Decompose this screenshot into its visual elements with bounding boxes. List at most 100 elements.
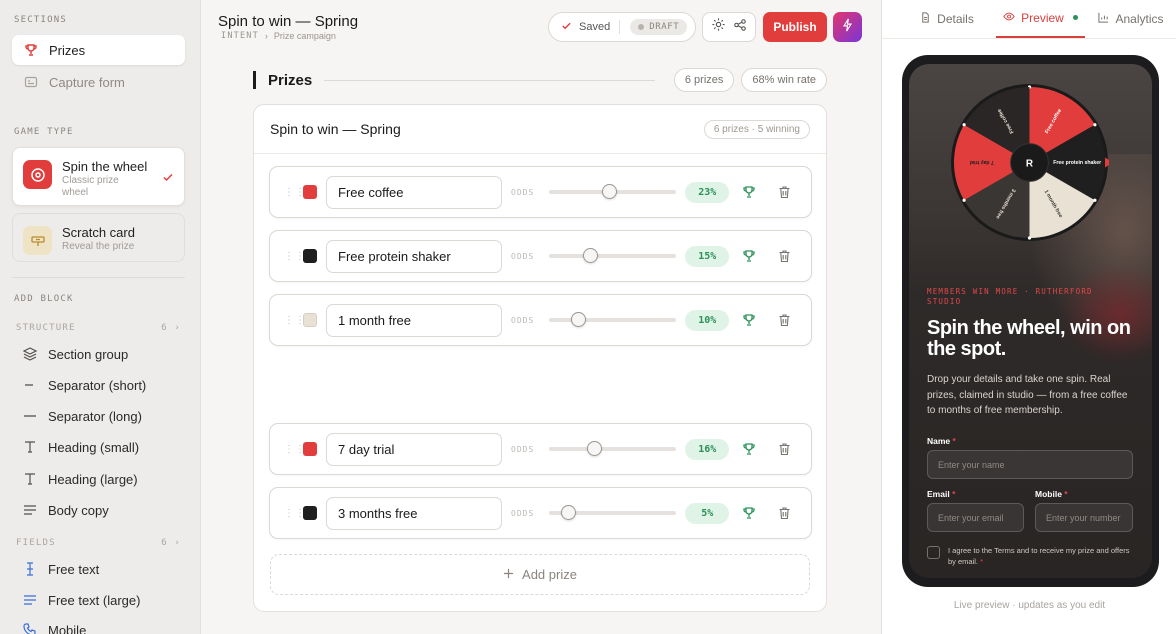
prize-row[interactable]: ⋮⋮ 3 months free ODDS 5% — [269, 487, 812, 539]
drag-handle-icon[interactable]: ⋮⋮ — [284, 315, 305, 325]
prize-wheel[interactable]: Free coffeeFree protein shaker1 month fr… — [950, 83, 1109, 242]
tab-preview[interactable]: Preview — [996, 0, 1085, 38]
slider-handle[interactable] — [601, 184, 617, 199]
trash-icon[interactable] — [775, 313, 793, 327]
block-mobile[interactable]: Mobile — [22, 622, 86, 634]
sidebar-item-prizes[interactable]: Prizes — [12, 35, 185, 65]
block-body-copy[interactable]: Body copy — [22, 502, 109, 518]
slider-handle[interactable] — [582, 248, 598, 263]
trophy-icon[interactable] — [740, 185, 758, 199]
prize-color-swatch[interactable] — [303, 442, 317, 456]
block-heading-large[interactable]: Heading (large) — [22, 471, 138, 487]
trash-icon[interactable] — [775, 185, 793, 199]
prize-row[interactable]: ⋮⋮ Free protein shaker ODDS 15% — [269, 230, 812, 282]
publish-button[interactable]: Publish — [763, 12, 827, 42]
prize-name-input[interactable]: 3 months free — [326, 496, 502, 530]
prize-color-swatch[interactable] — [303, 506, 317, 520]
wheel-peg — [1027, 236, 1032, 240]
prize-color-swatch[interactable] — [303, 313, 317, 327]
email-input[interactable]: Enter your email — [927, 503, 1024, 532]
drag-handle-icon[interactable]: ⋮⋮ — [284, 251, 305, 261]
trash-icon[interactable] — [775, 442, 793, 456]
odds-slider[interactable] — [549, 312, 677, 327]
tab-analytics[interactable]: Analytics — [1091, 0, 1171, 38]
trophy-icon[interactable] — [740, 313, 758, 327]
trash-icon[interactable] — [775, 249, 793, 263]
minus-icon — [22, 408, 38, 424]
live-dot — [1072, 15, 1078, 20]
prize-color-swatch[interactable] — [303, 185, 317, 199]
prizes-card: Spin to win — Spring 6 prizes · 5 winnin… — [253, 104, 827, 612]
game-type-scratch-card[interactable]: Scratch card Reveal the prize — [12, 213, 185, 262]
block-heading-small[interactable]: Heading (small) — [22, 439, 139, 455]
phone-icon — [22, 622, 38, 634]
slider-handle[interactable] — [586, 441, 602, 456]
block-label: Body copy — [48, 502, 109, 518]
layers-icon — [22, 346, 38, 362]
odds-slider[interactable] — [549, 441, 677, 456]
name-label: Name * — [927, 436, 956, 446]
chevron-right-icon: › — [264, 31, 268, 41]
game-type-subtitle: Reveal the prize — [62, 241, 135, 252]
block-label: Separator (long) — [48, 408, 142, 424]
odds-slider[interactable] — [549, 248, 677, 263]
add-prize-button[interactable]: Add prize — [270, 554, 810, 595]
trash-icon[interactable] — [775, 506, 793, 520]
breadcrumb-intent[interactable]: INTENT — [221, 31, 259, 41]
prize-name-input[interactable]: Free protein shaker — [326, 239, 502, 273]
gear-icon[interactable] — [711, 17, 726, 37]
drag-handle-icon[interactable]: ⋮⋮ — [284, 444, 305, 454]
prize-row[interactable]: ⋮⋮ 7 day trial ODDS 16% — [269, 423, 812, 475]
prize-name-input[interactable]: 7 day trial — [326, 432, 502, 466]
prize-count-pill: 6 prizes — [673, 68, 735, 92]
dot-icon — [638, 24, 645, 30]
share-icon[interactable] — [733, 18, 747, 37]
block-section-group[interactable]: Section group — [22, 346, 128, 362]
sidebar-item-capture-form[interactable]: Capture form — [12, 67, 185, 97]
slider-handle[interactable] — [571, 312, 587, 327]
sidebar: SECTIONS Prizes Capture form GAME TYPE S… — [0, 0, 201, 634]
block-free-text-large[interactable]: Free text (large) — [22, 592, 140, 608]
slider-handle[interactable] — [561, 505, 577, 520]
email-label: Email * — [927, 489, 956, 499]
trophy-icon[interactable] — [740, 249, 758, 263]
name-input[interactable]: Enter your name — [927, 450, 1133, 479]
odds-label: ODDS — [511, 444, 535, 454]
trophy-icon[interactable] — [740, 442, 758, 456]
game-type-title: Scratch card — [62, 225, 135, 240]
mobile-input[interactable]: Enter your number — [1035, 503, 1133, 532]
trophy-icon[interactable] — [740, 506, 758, 520]
prize-name-input[interactable]: 1 month free — [326, 303, 502, 337]
prize-row[interactable]: ⋮⋮ Free coffee ODDS 23% — [269, 166, 812, 218]
odds-percent-badge: 23% — [685, 181, 730, 203]
odds-percent-badge: 10% — [685, 309, 730, 331]
game-type-title: Spin the wheel — [62, 159, 148, 174]
trophy-icon — [24, 43, 38, 57]
structure-count: 6 › — [161, 323, 181, 333]
drag-handle-icon[interactable]: ⋮⋮ — [284, 187, 305, 197]
structure-heading[interactable]: STRUCTURE 6 › — [16, 323, 181, 333]
breadcrumb-page[interactable]: Prize campaign — [274, 31, 336, 41]
odds-slider[interactable] — [549, 505, 677, 520]
prize-name-input[interactable]: Free coffee — [326, 175, 502, 209]
odds-slider[interactable] — [549, 184, 677, 199]
fields-heading[interactable]: FIELDS 6 › — [16, 538, 181, 548]
section-accent — [253, 71, 256, 89]
prize-row[interactable]: ⋮⋮ 1 month free ODDS 10% — [269, 294, 812, 346]
block-separator-long[interactable]: Separator (long) — [22, 408, 142, 424]
block-separator-short[interactable]: Separator (short) — [22, 377, 146, 393]
chart-icon — [1098, 12, 1109, 26]
consent-checkbox[interactable] — [927, 546, 940, 559]
divider — [12, 277, 185, 278]
block-free-text[interactable]: Free text — [22, 561, 99, 577]
wheel-segment-label: Free protein shaker — [1053, 160, 1101, 166]
game-type-spin-wheel[interactable]: Spin the wheel Classic prize wheel — [12, 147, 185, 206]
odds-percent-badge: 16% — [685, 438, 730, 460]
ai-assist-button[interactable] — [833, 12, 862, 42]
drag-handle-icon[interactable]: ⋮⋮ — [284, 508, 305, 518]
preview-tabs: Details Preview Analytics — [882, 0, 1176, 39]
prize-color-swatch[interactable] — [303, 249, 317, 263]
odds-label: ODDS — [511, 187, 535, 197]
tab-details[interactable]: Details — [912, 0, 982, 38]
tab-label: Details — [937, 11, 974, 26]
